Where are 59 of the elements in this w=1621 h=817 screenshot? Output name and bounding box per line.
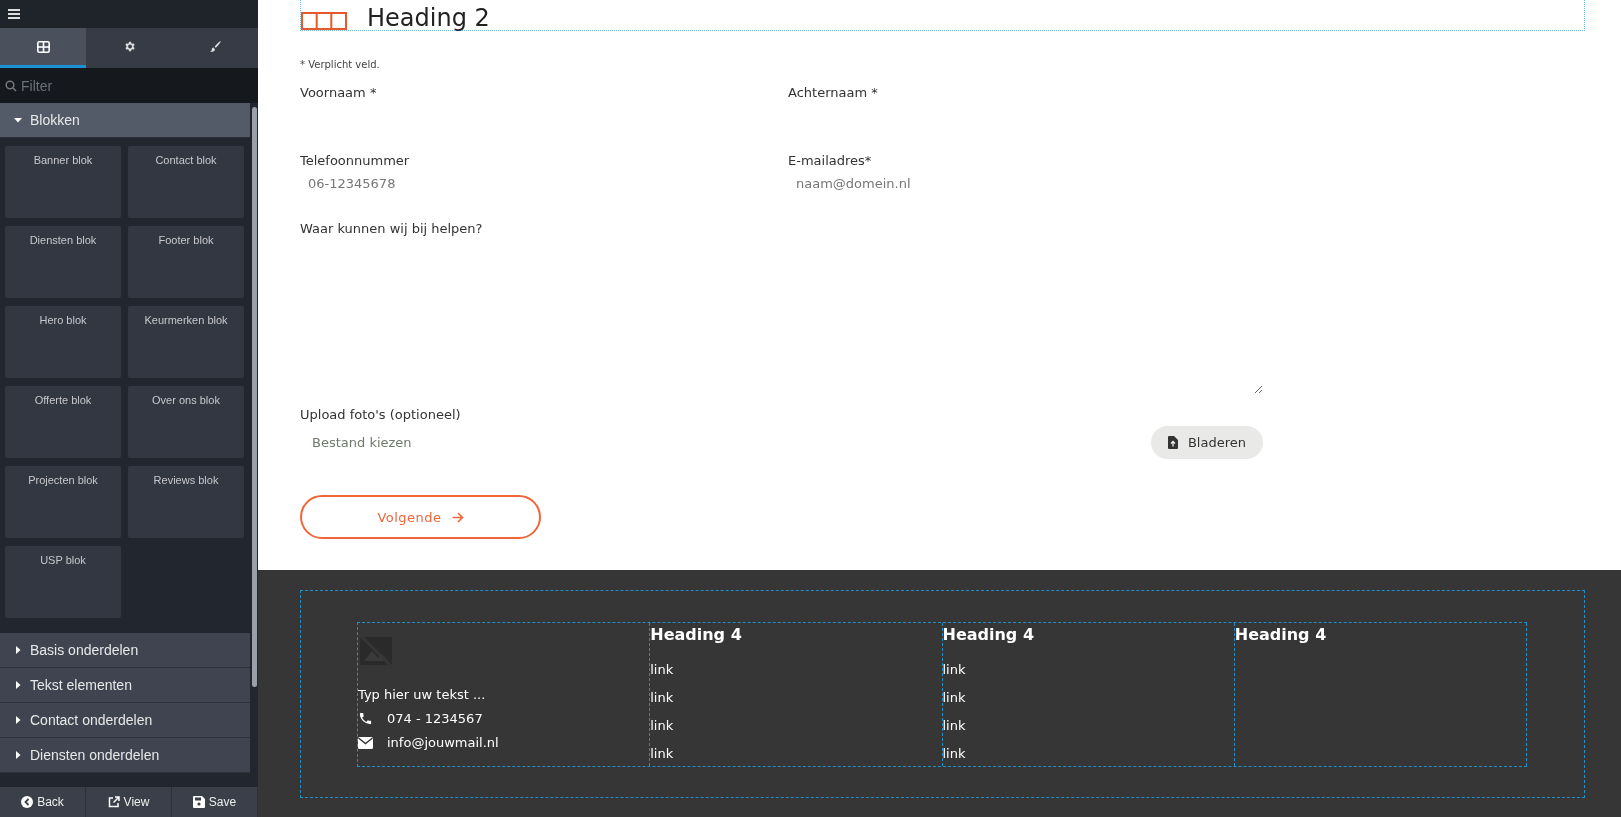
- footer-link[interactable]: link: [942, 689, 1234, 706]
- section-heading: Heading 2: [367, 6, 490, 30]
- browse-button[interactable]: Bladeren: [1150, 426, 1263, 459]
- arrow-right-icon: [451, 511, 464, 523]
- panel-tab[interactable]: [0, 28, 86, 68]
- footer-link[interactable]: link: [650, 745, 942, 762]
- field-label: Telefoonnummer: [300, 152, 411, 170]
- block-card[interactable]: Offerte blok: [5, 386, 121, 458]
- footer-link[interactable]: link: [942, 717, 1234, 734]
- scrollbar-thumb[interactable]: [252, 107, 257, 687]
- filter-field[interactable]: Filter: [0, 68, 258, 103]
- file-upload-icon: [1167, 436, 1178, 449]
- email-address: info@jouwmail.nl: [387, 735, 499, 750]
- caret-right-icon: [14, 681, 22, 689]
- grid-icon: [36, 40, 50, 53]
- phone-number: 074 - 1234567: [387, 711, 483, 726]
- block-card[interactable]: USP blok: [5, 546, 121, 618]
- block-card[interactable]: Banner blok: [5, 146, 121, 218]
- footer-link[interactable]: link: [942, 745, 1234, 762]
- field-label: Upload foto's (optioneel): [300, 406, 462, 424]
- envelope-icon: [358, 736, 373, 749]
- phone-icon: [358, 711, 373, 726]
- brush-icon: [208, 40, 222, 53]
- footer-link[interactable]: link: [650, 689, 942, 706]
- file-field[interactable]: Bestand kiezen: [300, 435, 412, 450]
- caret-right-icon: [14, 751, 22, 759]
- caret-right-icon: [14, 646, 22, 654]
- block-card[interactable]: Hero blok: [5, 306, 121, 378]
- caret-down-icon: [14, 116, 22, 124]
- column-heading: Heading 4: [650, 625, 743, 644]
- column-heading: Heading 4: [942, 625, 1036, 644]
- block-card[interactable]: Reviews blok: [128, 466, 244, 538]
- section-header[interactable]: Diensten onderdelen: [0, 738, 250, 773]
- block-card[interactable]: Diensten blok: [5, 226, 121, 298]
- block-card[interactable]: Contact blok: [128, 146, 244, 218]
- section-header[interactable]: Blokken: [0, 103, 250, 138]
- block-card[interactable]: Over ons blok: [128, 386, 244, 458]
- field-label: E-mailadres*: [788, 152, 873, 170]
- block-card[interactable]: Projecten blok: [5, 466, 121, 538]
- footer-text: Typ hier uw tekst ...: [358, 687, 486, 702]
- footer-link[interactable]: link: [942, 661, 1234, 678]
- menu-icon[interactable]: [8, 9, 20, 19]
- footer-link[interactable]: link: [650, 717, 942, 734]
- column-heading: Heading 4: [1234, 625, 1328, 644]
- required-note: * Verplicht veld.: [300, 59, 381, 70]
- external-link-icon: [107, 796, 120, 808]
- table-icon: [301, 12, 347, 30]
- search-icon: [5, 79, 17, 92]
- footer-link[interactable]: link: [650, 661, 942, 678]
- caret-right-icon: [14, 716, 22, 724]
- field-label: Voornaam *: [300, 84, 378, 102]
- field-label: Achternaam *: [788, 84, 879, 102]
- section-header[interactable]: Contact onderdelen: [0, 703, 250, 738]
- filter-input[interactable]: Filter: [21, 75, 221, 96]
- field-label: Waar kunnen wij bij helpen?: [300, 220, 484, 238]
- block-card[interactable]: Footer blok: [128, 226, 244, 298]
- section-header[interactable]: Basis onderdelen: [0, 633, 250, 668]
- block-card[interactable]: Keurmerken blok: [128, 306, 244, 378]
- section-header[interactable]: Tekst elementen: [0, 668, 250, 703]
